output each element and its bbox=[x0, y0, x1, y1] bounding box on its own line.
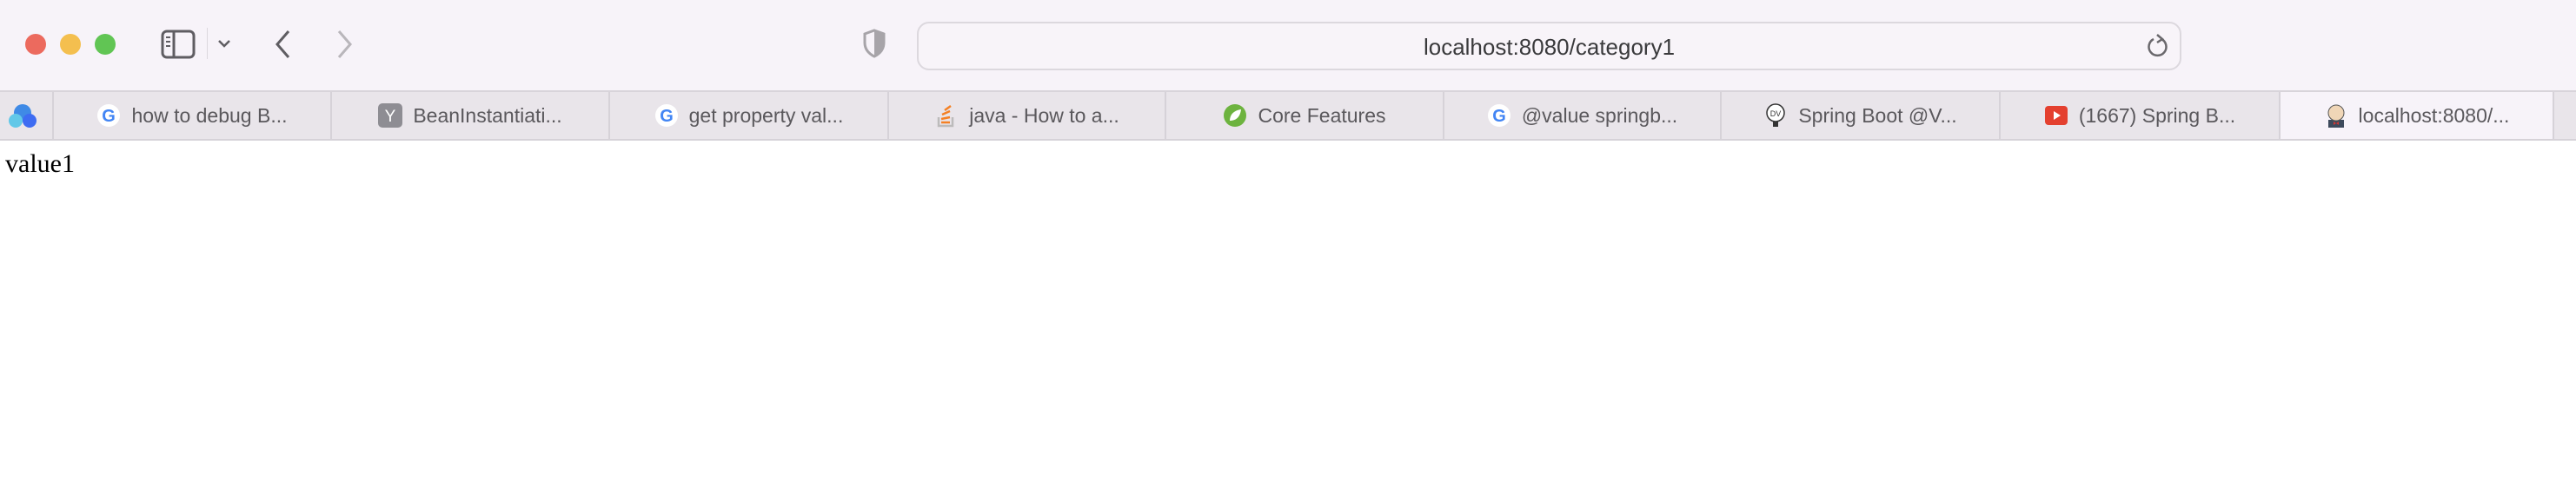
y-combinator-icon: Y bbox=[378, 103, 403, 128]
tab-label: (1667) Spring B... bbox=[2078, 103, 2236, 127]
tab[interactable]: G @value springb... bbox=[1443, 92, 1720, 139]
back-icon[interactable] bbox=[273, 29, 292, 60]
tab-groups-icon[interactable] bbox=[7, 102, 38, 130]
zoom-window-button[interactable] bbox=[95, 34, 116, 55]
tab-label: how to debug B... bbox=[131, 103, 288, 127]
stackoverflow-icon bbox=[937, 104, 954, 128]
jenkins-icon bbox=[2327, 104, 2345, 128]
tab-label: Core Features bbox=[1258, 103, 1386, 127]
svg-text:G: G bbox=[1492, 107, 1506, 126]
minimize-window-button[interactable] bbox=[60, 34, 81, 55]
privacy-shield-icon[interactable] bbox=[863, 29, 886, 58]
svg-text:G: G bbox=[103, 107, 116, 126]
spring-icon bbox=[1224, 104, 1247, 127]
reload-icon[interactable] bbox=[2147, 34, 2169, 58]
tab-label: get property val... bbox=[688, 103, 844, 127]
tab[interactable]: java - How to a... bbox=[887, 92, 1165, 139]
tab[interactable]: (1667) Spring B... bbox=[1999, 92, 2279, 139]
page-content-text: value1 bbox=[5, 149, 75, 178]
google-icon: G bbox=[1487, 104, 1510, 127]
svg-text:DV: DV bbox=[1770, 109, 1782, 118]
google-icon: G bbox=[654, 104, 678, 127]
tab-label: localhost:8080/... bbox=[2358, 103, 2510, 127]
tab-label: BeanInstantiati... bbox=[413, 103, 562, 127]
tab[interactable]: DV Spring Boot @V... bbox=[1720, 92, 1999, 139]
tab-label: @value springb... bbox=[1521, 103, 1678, 127]
tab-bar: G how to debug B... Y BeanInstantiati...… bbox=[0, 92, 2576, 141]
tab-label: java - How to a... bbox=[969, 103, 1119, 127]
address-url[interactable]: localhost:8080/category1 bbox=[919, 34, 2180, 61]
address-bar[interactable]: localhost:8080/category1 bbox=[917, 22, 2181, 70]
chevron-down-icon[interactable] bbox=[217, 38, 231, 49]
youtube-icon bbox=[2044, 106, 2068, 125]
svg-text:G: G bbox=[660, 107, 674, 126]
sidebar-toggle-icon[interactable] bbox=[161, 30, 196, 59]
forward-icon[interactable] bbox=[335, 29, 355, 60]
tab[interactable]: G get property val... bbox=[608, 92, 887, 139]
svg-text:Y: Y bbox=[385, 108, 396, 126]
tab[interactable]: Y BeanInstantiati... bbox=[330, 92, 608, 139]
tab[interactable]: G how to debug B... bbox=[52, 92, 330, 139]
tab[interactable]: Core Features bbox=[1165, 92, 1443, 139]
google-icon: G bbox=[97, 104, 121, 127]
tab-active[interactable]: localhost:8080/... bbox=[2279, 92, 2554, 139]
close-window-button[interactable] bbox=[25, 34, 46, 55]
browser-toolbar: localhost:8080/category1 bbox=[0, 0, 2576, 92]
lightbulb-icon: DV bbox=[1766, 103, 1786, 127]
tab-label: Spring Boot @V... bbox=[1798, 103, 1957, 127]
toolbar-divider bbox=[207, 28, 208, 59]
